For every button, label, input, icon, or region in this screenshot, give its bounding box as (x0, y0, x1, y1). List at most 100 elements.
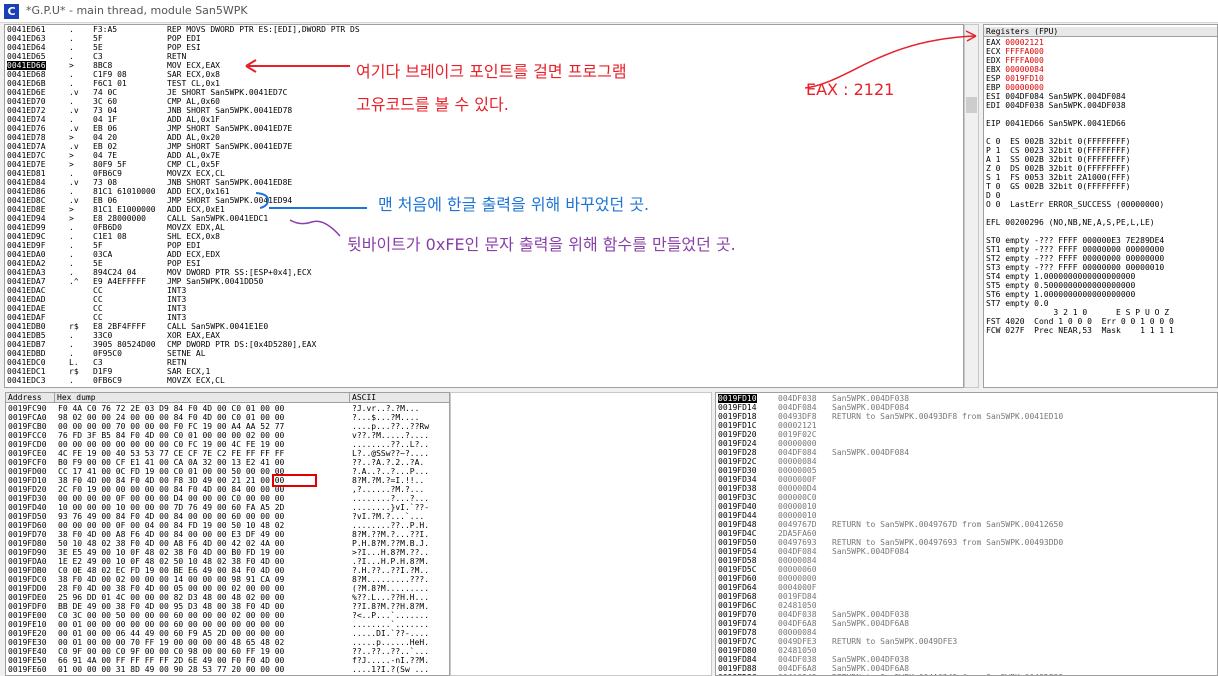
disasm-row[interactable]: 0041ED81. 0FB6C9 MOVZX ECX,CL (5, 169, 963, 178)
disasm-row[interactable]: 0041EDAC CC INT3 (5, 286, 963, 295)
disasm-row[interactable]: 0041ED7C >04 7E ADD AL,0x7E (5, 151, 963, 160)
disasm-row[interactable]: 0041EDAD CC INT3 (5, 295, 963, 304)
disasm-instruction: ADD ECX,0x161 (167, 187, 230, 196)
column-header-address[interactable]: Address (6, 393, 55, 403)
register-label: ST3 empty -??? FFFF 00000000 00000010 (986, 263, 1165, 272)
stack-address: 0019FD44 (718, 511, 757, 520)
disasm-instruction: JMP SHORT San5WPK.0041ED7E (167, 142, 293, 151)
register-row[interactable]: ESP 0019FD10 (986, 74, 1044, 83)
register-row[interactable]: P 1 CS 0023 32bit 0(FFFFFFFF) (986, 146, 1131, 155)
dump-ascii: ........??..P.H. (352, 521, 430, 530)
disasm-hexbytes: 73 08 (93, 178, 118, 187)
stack-value: 0049767D (778, 520, 817, 529)
disasm-row[interactable]: 0041EDA3. 894C24 04 MOV DWORD PTR SS:[ESP+… (5, 268, 963, 277)
disasm-row[interactable]: 0041ED74. 04 1F ADD AL,0x1F (5, 115, 963, 124)
disasm-address: 0041ED66 (7, 61, 46, 70)
disasm-row[interactable]: 0041EDC1 r$ D1F9 SAR ECX,1 (5, 367, 963, 376)
register-row[interactable]: ST4 empty 1.0000000000000000000 (986, 272, 1135, 281)
disasm-marker: . (69, 70, 74, 79)
disasm-address: 0041ED68 (7, 70, 46, 79)
disasm-row[interactable]: 0041ED64. 5E POP ESI (5, 43, 963, 52)
register-row[interactable]: EBP 00000000 (986, 83, 1044, 92)
register-label: O 0 LastErr ERROR_SUCCESS (00000000) (986, 200, 1165, 209)
register-row[interactable]: Z 0 DS 002B 32bit 0(FFFFFFFF) (986, 164, 1131, 173)
stack-address: 0019FD34 (718, 475, 757, 484)
disasm-hexbytes: D1F9 (93, 367, 113, 376)
dump-address: 0019FD70 (8, 530, 47, 539)
register-label: P 1 CS 0023 32bit 0(FFFFFFFF) (986, 146, 1131, 155)
register-row[interactable]: FCW 027F Prec NEAR,53 Mask 1 1 1 1 (986, 326, 1174, 335)
disasm-row[interactable]: 0041ED76 .v EB 06 JMP SHORT San5WPK.0041ED7… (5, 124, 963, 133)
column-header-hex[interactable]: Hex dump (55, 393, 350, 403)
disasm-row[interactable]: 0041ED61. F3:A5 REP MOVS DWORD PTR ES:[EDI… (5, 25, 963, 34)
hex-dump-pane[interactable]: Address Hex dump ASCII 0019FC90 F0 4A C0 … (5, 392, 450, 676)
register-row[interactable]: ECX FFFFA000 (986, 47, 1044, 56)
register-row[interactable]: ST0 empty -??? FFFF 000000E3 7E289DE4 (986, 236, 1164, 245)
disasm-row[interactable]: 0041EDBD. 0F95C0 SETNE AL (5, 349, 963, 358)
register-row[interactable]: FST 4020 Cond 1 0 0 0 Err 0 0 1 0 0 0 (986, 317, 1174, 326)
dump-address: 0019FD30 (8, 494, 47, 503)
disasm-row[interactable]: 0041ED7E >80F9 5F CMP CL,0x5F (5, 160, 963, 169)
disasm-row[interactable]: 0041ED63. 5F POP EDI (5, 34, 963, 43)
disasm-marker: . (69, 232, 74, 241)
stack-address: 0019FD5C (718, 565, 757, 574)
register-row[interactable]: ST3 empty -??? FFFF 00000000 00000010 (986, 263, 1164, 272)
disasm-row[interactable]: 0041EDC3. 0FB6C9 MOVZX ECX,CL (5, 376, 963, 385)
register-row[interactable]: ST2 empty -??? FFFF 00000000 00000000 (986, 254, 1164, 263)
register-row[interactable]: 3 2 1 0 E S P U O Z (986, 308, 1169, 317)
register-row[interactable]: EDX FFFFA000 (986, 56, 1044, 65)
disasm-hexbytes: 3C 60 (93, 97, 118, 106)
register-row[interactable]: EDI 004DF038 San5WPK.004DF038 (986, 101, 1126, 110)
disasm-row[interactable]: 0041EDAF CC INT3 (5, 313, 963, 322)
disasm-row[interactable]: 0041ED94 > E8 28000000 CALL San5WPK.0041EDC… (5, 214, 963, 223)
register-row[interactable]: S 1 FS 0053 32bit 2A1000(FFF) (986, 173, 1131, 182)
register-row[interactable]: C 0 ES 002B 32bit 0(FFFFFFFF) (986, 137, 1131, 146)
stack-address: 0019FD1C (718, 421, 757, 430)
disasm-instruction: TEST CL,0x1 (167, 79, 220, 88)
disassembly-scrollbar[interactable] (964, 24, 979, 388)
register-row[interactable]: A 1 SS 002B 32bit 0(FFFFFFFF) (986, 155, 1131, 164)
stack-value: 00002121 (778, 421, 817, 430)
register-row[interactable]: EBX 00000084 (986, 65, 1044, 74)
register-row[interactable]: D 0 (986, 191, 1000, 200)
disasm-row[interactable]: 0041EDA7 .^ E9 A4EFFFFF JMP San5WPK.0041DD5… (5, 277, 963, 286)
disasm-hexbytes: 03CA (93, 250, 113, 259)
register-row[interactable]: ST1 empty -??? FFFF 00000000 00000000 (986, 245, 1164, 254)
register-row[interactable]: ESI 004DF084 San5WPK.004DF084 (986, 92, 1126, 101)
register-row[interactable]: EIP 0041ED66 San5WPK.0041ED66 (986, 119, 1126, 128)
disasm-row[interactable]: 0041ED7A .v EB 02 JMP SHORT San5WPK.0041ED7… (5, 142, 963, 151)
disasm-address: 0041ED99 (7, 223, 46, 232)
dump-address: 0019FD20 (8, 485, 47, 494)
dump-ascii: (?M.8?M......... (352, 584, 430, 593)
disasm-row[interactable]: 0041EDB7. 3905 80524D00 CMP DWORD PTR DS:[… (5, 340, 963, 349)
registers-pane[interactable]: Registers (FPU) EAX 00002121 ECX FFFFA000 E… (983, 24, 1218, 388)
dump-ascii: ?...$...?M.... (352, 413, 420, 422)
register-row[interactable]: EAX 00002121 (986, 38, 1044, 47)
disasm-address: 0041EDA0 (7, 250, 46, 259)
disasm-row[interactable]: 0041EDC0 L. C3 RETN (5, 358, 963, 367)
register-row[interactable]: T 0 GS 002B 32bit 0(FFFFFFFF) (986, 182, 1131, 191)
column-header-ascii[interactable]: ASCII (350, 393, 449, 403)
register-row[interactable]: O 0 LastErr ERROR_SUCCESS (00000000) (986, 200, 1164, 209)
stack-pane[interactable]: 0019FD10 004DF038 San5WPK.004DF038 0019FD14… (715, 392, 1218, 676)
stack-value: 0000000F (778, 475, 817, 484)
scrollbar-thumb[interactable] (966, 97, 977, 113)
stack-address: 0019FD58 (718, 556, 757, 565)
disasm-row[interactable]: 0041ED84 .v 73 08 JNB SHORT San5WPK.0041ED8… (5, 178, 963, 187)
dump-address: 0019FDB0 (8, 566, 47, 575)
stack-comment: San5WPK.004DF038 (832, 655, 910, 664)
disasm-row[interactable]: 0041EDB0 r$ E8 2BF4FFFF CALL San5WPK.0041E1… (5, 322, 963, 331)
register-row[interactable]: ST5 empty 0.5000000000000000000 (986, 281, 1135, 290)
disasm-row[interactable]: 0041EDAE CC INT3 (5, 304, 963, 313)
registers-header[interactable]: Registers (FPU) (984, 27, 1217, 37)
register-row[interactable]: ST6 empty 1.0000000000000000000 (986, 290, 1135, 299)
register-value: 00002121 (1005, 38, 1044, 47)
disasm-row[interactable]: 0041EDA2. 5E POP ESI (5, 259, 963, 268)
register-row[interactable]: EFL 00200296 (NO,NB,NE,A,S,PE,L,LE) (986, 218, 1155, 227)
disasm-row[interactable]: 0041ED78 >04 20 ADD AL,0x20 (5, 133, 963, 142)
stack-value: 004DF084 (778, 403, 817, 412)
dump-ascii: ........?...?... (352, 494, 430, 503)
disasm-row[interactable]: 0041EDB5. 33C0 XOR EAX,EAX (5, 331, 963, 340)
dump-ascii: .?I...H.P.H.8?M. (352, 557, 430, 566)
register-row[interactable]: ST7 empty 0.0 (986, 299, 1049, 308)
